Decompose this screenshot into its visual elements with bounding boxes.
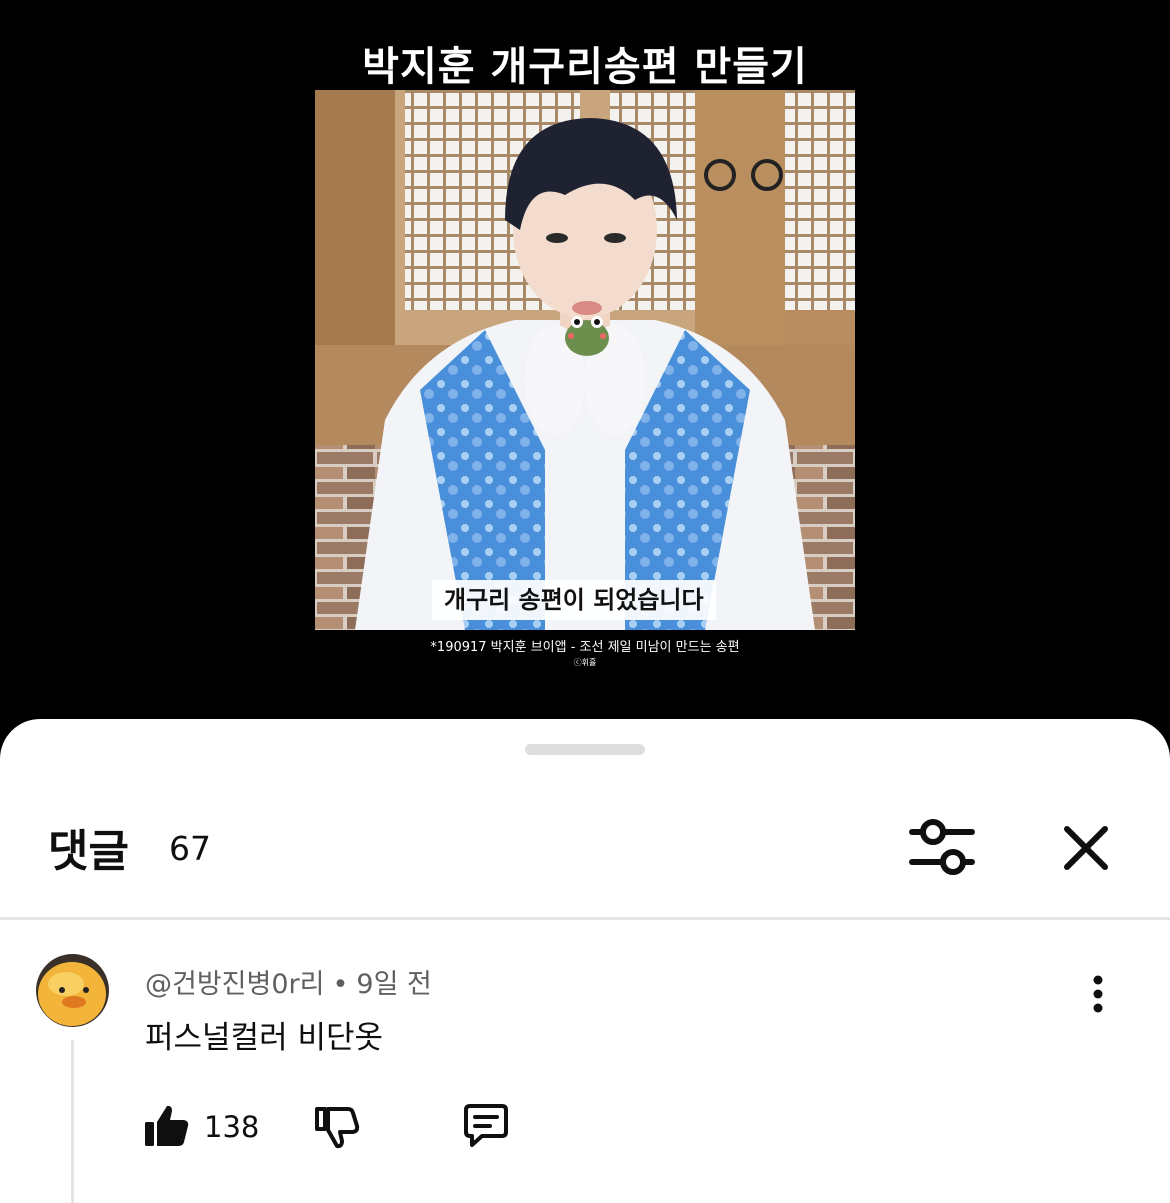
video-credit: ⓒ휘휼: [573, 658, 597, 667]
comment-author[interactable]: @건방진병0r리: [145, 969, 324, 1000]
reply-button[interactable]: [460, 1102, 512, 1150]
reply-icon: [464, 1104, 508, 1147]
video-caption: *190917 박지훈 브이앱 - 조선 제일 미남이 만드는 송편: [430, 640, 740, 655]
thumbs-up-icon: [145, 1105, 189, 1146]
comments-title: 댓글: [48, 826, 129, 877]
video-still-image: [315, 90, 855, 630]
like-count: 138: [204, 1110, 260, 1144]
comment-text: 퍼스널컬러 비단옷: [145, 1020, 384, 1056]
meta-separator: •: [332, 969, 349, 1000]
thread-line: [71, 1040, 74, 1203]
thumbs-down-icon: [315, 1107, 360, 1149]
comment-more-button[interactable]: [1080, 972, 1116, 1016]
like-button[interactable]: [143, 1102, 191, 1150]
duck-avatar-image: [36, 954, 109, 1027]
video-subtitle: 개구리 송편이 되었습니다: [432, 580, 716, 620]
sort-filter-button[interactable]: [905, 817, 979, 879]
sliders-icon: [909, 819, 975, 875]
video-area[interactable]: 박지훈 개구리송편 만들기 개구리 송편이 되었습니다 *190917 박지훈 …: [0, 0, 1170, 740]
video-title: 박지훈 개구리송편 만들기: [362, 44, 808, 90]
close-icon: [1064, 826, 1108, 870]
comments-sheet: 댓글 67 @건방진병0r리 • 9일 전 퍼스널컬러 비단옷 138: [0, 719, 1170, 1203]
close-button[interactable]: [1055, 817, 1117, 879]
comment-item: @건방진병0r리 • 9일 전 퍼스널컬러 비단옷 138: [0, 920, 1170, 1203]
avatar[interactable]: [36, 954, 109, 1027]
comment-time: 9일 전: [356, 969, 432, 1000]
drag-handle[interactable]: [525, 744, 645, 755]
more-vertical-icon: [1093, 975, 1103, 1013]
comment-meta: @건방진병0r리 • 9일 전: [145, 962, 432, 1001]
comments-count: 67: [169, 829, 211, 868]
video-frame[interactable]: 개구리 송편이 되었습니다: [315, 90, 855, 630]
dislike-button[interactable]: [312, 1102, 360, 1150]
